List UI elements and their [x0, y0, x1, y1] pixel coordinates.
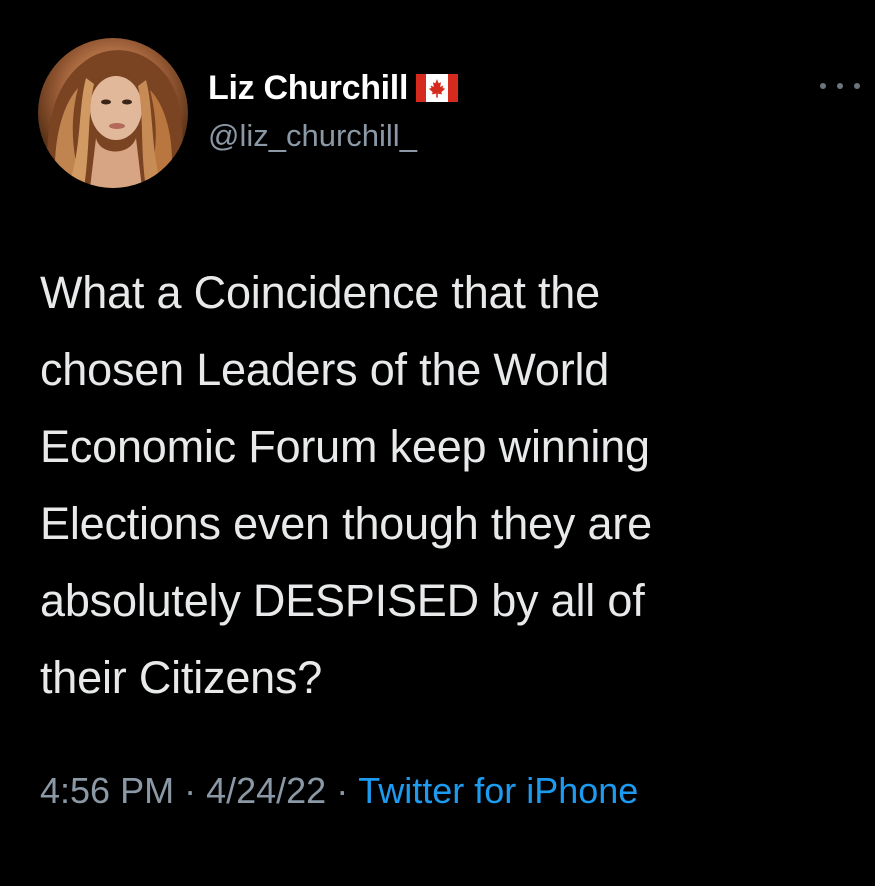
tweet-time[interactable]: 4:56 PM — [40, 770, 174, 812]
tweet-card: Liz Churchill @liz_churchill_ What a Coi… — [0, 0, 875, 886]
meta-separator: · — [184, 770, 197, 811]
more-options-icon[interactable] — [820, 76, 860, 96]
tweet-meta: 4:56 PM · 4/24/22 · Twitter for iPhone — [40, 770, 638, 812]
tweet-source-link[interactable]: Twitter for iPhone — [358, 770, 638, 812]
more-dot — [820, 83, 826, 89]
avatar[interactable] — [38, 38, 188, 188]
author-handle[interactable]: @liz_churchill_ — [208, 118, 417, 154]
more-dot — [854, 83, 860, 89]
tweet-text: What a Coincidence that the chosen Leade… — [40, 267, 652, 703]
canada-flag-icon — [416, 74, 459, 102]
meta-separator: · — [336, 770, 349, 811]
more-dot — [837, 83, 843, 89]
author-name-row[interactable]: Liz Churchill — [208, 66, 459, 110]
avatar-image — [46, 50, 183, 188]
author-display-name[interactable]: Liz Churchill — [208, 69, 408, 108]
tweet-date[interactable]: 4/24/22 — [206, 770, 326, 812]
